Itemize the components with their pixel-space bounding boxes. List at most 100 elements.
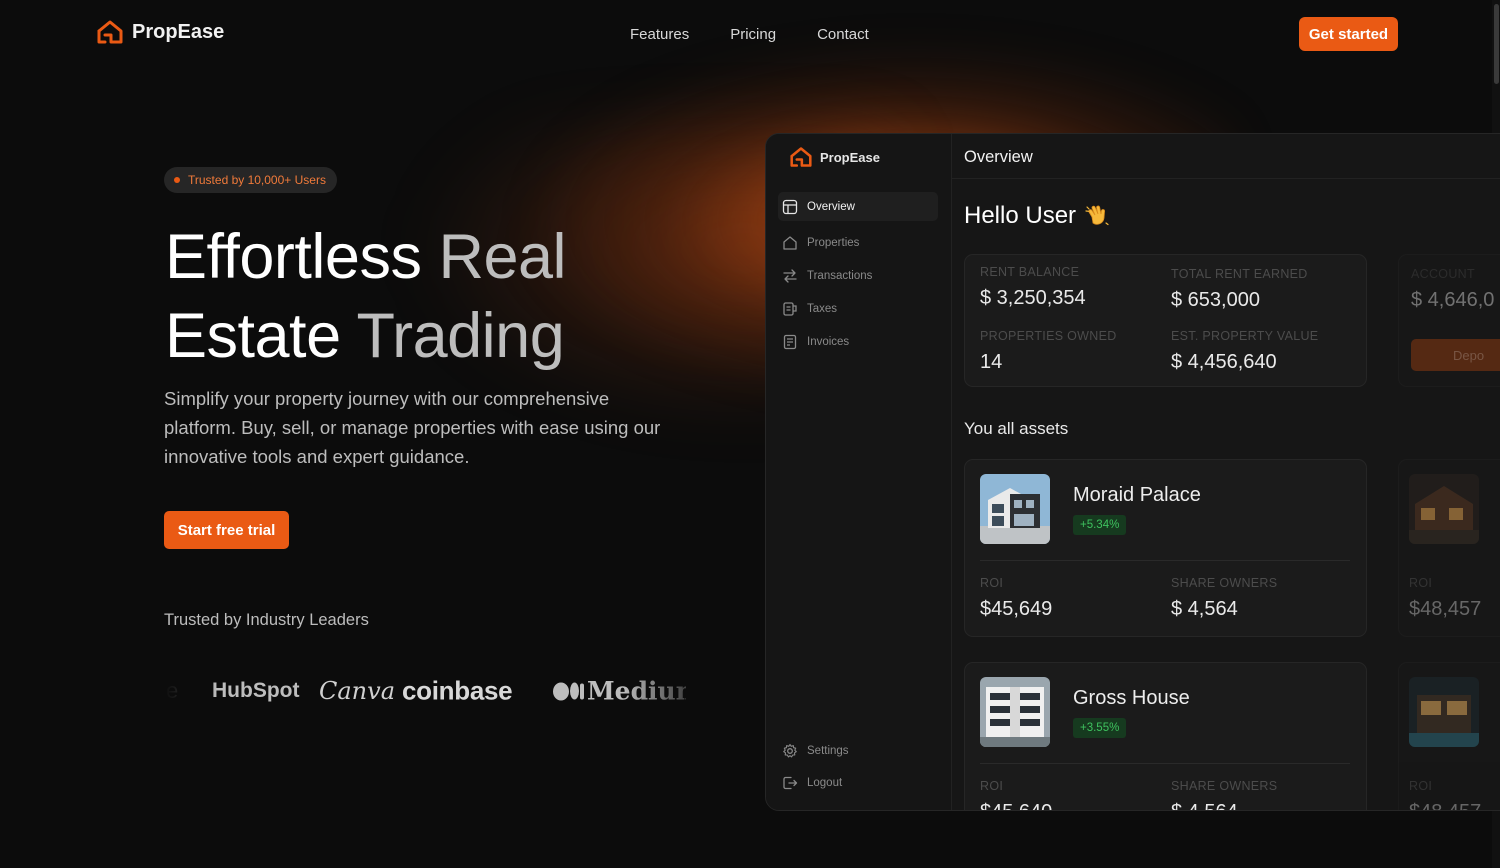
brand-name: PropEase <box>132 20 225 43</box>
stat-value: $48,457 <box>1409 598 1482 620</box>
top-nav: PropEase Features Pricing Contact Get st… <box>0 0 1500 70</box>
canva-logo: Canva <box>319 677 395 705</box>
hero-title-part: Estate <box>165 301 357 371</box>
stat-label: ROI <box>1409 779 1433 793</box>
assets-title: You all assets <box>964 419 1069 438</box>
nav-link-pricing[interactable]: Pricing <box>730 26 776 43</box>
dashboard-preview: PropEase Overview Properties Transaction… <box>765 133 1500 811</box>
property-image <box>1409 474 1479 544</box>
nav-link-contact[interactable]: Contact <box>817 26 869 43</box>
greeting: Hello User <box>964 202 1110 230</box>
property-image <box>980 677 1050 747</box>
sidebar-item-label: Overview <box>807 200 855 213</box>
dashboard-brand-name: PropEase <box>820 149 880 165</box>
stat-label: TOTAL RENT EARNED <box>1171 267 1308 281</box>
partner-logo-faded: e <box>166 678 179 703</box>
stat-label: SHARE OWNERS <box>1171 576 1278 590</box>
trusted-label: Trusted by Industry Leaders <box>164 611 369 629</box>
stat-label: ACCOUNT <box>1411 267 1475 281</box>
sidebar-item-logout[interactable]: Logout <box>778 768 938 797</box>
property-image <box>1409 677 1479 747</box>
dashboard-main: Overview Hello User RENT BALANCE $ 3,250… <box>952 134 1500 810</box>
home-icon <box>783 235 797 250</box>
start-free-trial-button[interactable]: Start free trial <box>164 511 289 549</box>
sidebar-item-label: Properties <box>807 236 860 249</box>
stat-label: ROI <box>980 779 1004 793</box>
get-started-button[interactable]: Get started <box>1299 17 1398 51</box>
asset-card[interactable]: Gross House +3.55% ROI $45,640 SHARE OWN… <box>964 662 1367 810</box>
medium-dots-icon <box>553 682 584 700</box>
stat-label: RENT BALANCE <box>980 265 1080 279</box>
stat-value: $48,457 <box>1409 801 1481 810</box>
stat-value: $ 653,000 <box>1171 289 1260 311</box>
house-logo-icon <box>790 147 812 167</box>
property-image <box>980 474 1050 544</box>
arrows-icon <box>783 268 797 283</box>
logout-icon <box>783 776 798 789</box>
house-photo <box>1409 677 1479 747</box>
divider <box>980 763 1350 764</box>
greeting-text: Hello User <box>964 202 1077 229</box>
brand-logo[interactable]: PropEase <box>96 19 224 45</box>
trust-badge: Trusted by 10,000+ Users <box>164 167 337 193</box>
medium-logo-text: Medium <box>587 676 686 706</box>
badge-dot-icon <box>174 177 180 183</box>
hero-title-part: Effortless <box>165 222 439 292</box>
hero-subtitle: Simplify your property journey with our … <box>164 388 661 467</box>
receipt-icon <box>783 301 797 316</box>
hero-title-part: Real <box>438 222 567 292</box>
sidebar-item-transactions[interactable]: Transactions <box>778 261 938 290</box>
stat-label: ROI <box>1409 576 1433 590</box>
sidebar-item-taxes[interactable]: Taxes <box>778 294 938 323</box>
stat-label: EST. PROPERTY VALUE <box>1171 329 1319 343</box>
hubspot-logo: HubSpot <box>212 679 300 702</box>
house-photo <box>1409 474 1479 544</box>
nav-link-features[interactable]: Features <box>630 26 689 43</box>
asset-name: Gross House <box>1073 687 1190 709</box>
page-title: Overview <box>964 148 1033 166</box>
house-photo <box>980 677 1050 747</box>
gear-icon <box>783 743 797 757</box>
sidebar-item-properties[interactable]: Properties <box>778 228 938 257</box>
waving-hand-icon <box>1085 205 1109 226</box>
stat-value: 14 <box>980 351 1003 373</box>
sidebar-item-settings[interactable]: Settings <box>778 736 938 765</box>
asset-name: Moraid Palace <box>1073 484 1201 506</box>
stat-value: $ 4,564 <box>1171 598 1238 620</box>
house-photo <box>980 474 1050 544</box>
coinbase-logo: coinbase <box>402 675 513 706</box>
stat-value: $ 4,646,0 <box>1411 289 1495 311</box>
hero-title: Effortless Real Estate Trading <box>165 218 685 376</box>
change-badge: +5.34% <box>1073 515 1127 535</box>
asset-card-partial[interactable]: ROI $48,457 <box>1398 459 1500 637</box>
stat-label: ROI <box>980 576 1004 590</box>
account-card: ACCOUNT $ 4,646,0 Depo <box>1398 254 1500 387</box>
sidebar-item-invoices[interactable]: Invoices <box>778 327 938 356</box>
stat-value: $ 3,250,354 <box>980 287 1086 309</box>
dashboard-brand[interactable]: PropEase <box>789 146 880 168</box>
dashboard-topbar: Overview <box>952 134 1500 179</box>
house-logo-icon <box>97 20 123 44</box>
asset-card-partial[interactable]: ROI $48,457 <box>1398 662 1500 810</box>
stat-label: SHARE OWNERS <box>1171 779 1278 793</box>
change-badge: +3.55% <box>1073 718 1127 738</box>
sidebar-item-label: Taxes <box>807 302 838 315</box>
deposit-button[interactable]: Depo <box>1411 339 1500 371</box>
sidebar-item-overview[interactable]: Overview <box>778 192 938 221</box>
invoice-icon <box>783 334 797 349</box>
stat-value: $ 4,456,640 <box>1171 351 1277 373</box>
sidebar-item-label: Logout <box>807 776 843 789</box>
badge-text: Trusted by 10,000+ Users <box>188 173 326 187</box>
sidebar-item-label: Settings <box>807 744 849 757</box>
stat-label: PROPERTIES OWNED <box>980 329 1117 343</box>
sidebar-item-label: Transactions <box>807 269 873 282</box>
partner-logos: e HubSpot Canva coinbase Medium <box>164 670 686 712</box>
stat-value: $ 4,564 <box>1171 801 1238 810</box>
asset-card[interactable]: Moraid Palace +5.34% ROI $45,649 SHARE O… <box>964 459 1367 637</box>
layout-icon <box>782 199 798 214</box>
stat-value: $45,649 <box>980 598 1053 620</box>
medium-logo: Medium <box>553 677 686 706</box>
sidebar-item-label: Invoices <box>807 335 850 348</box>
nav-links: Features Pricing Contact <box>630 26 869 43</box>
hero-title-part: Trading <box>356 301 565 371</box>
